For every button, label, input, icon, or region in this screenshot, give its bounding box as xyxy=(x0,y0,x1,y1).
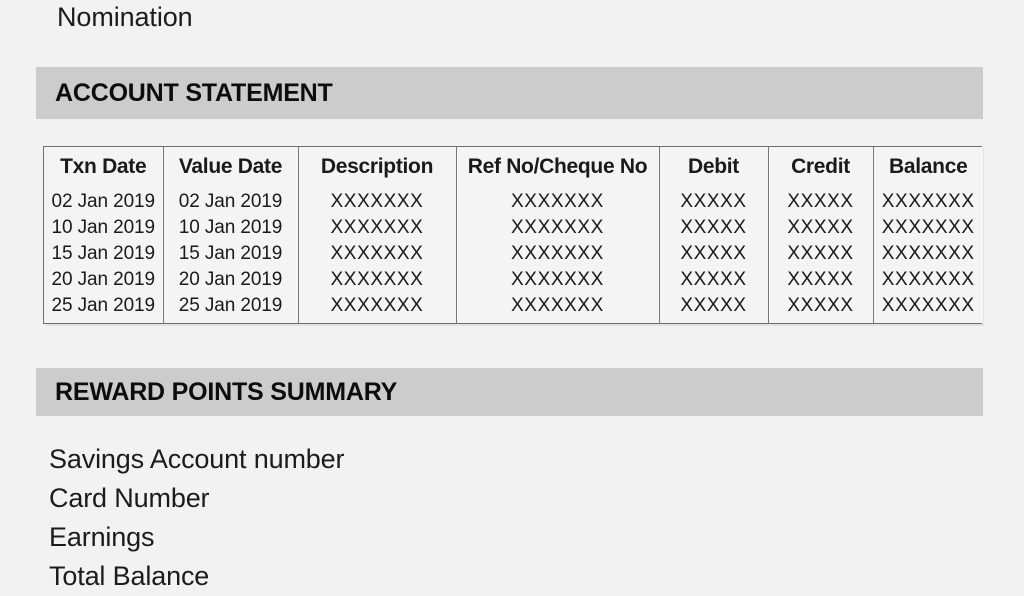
cell-txn-date: 10 Jan 2019 xyxy=(44,215,164,241)
column-header-debit: Debit xyxy=(659,147,769,186)
cell-description: XXXXXXX xyxy=(298,241,457,267)
section-header-reward-points-summary: REWARD POINTS SUMMARY xyxy=(36,368,983,416)
cell-value-date: 20 Jan 2019 xyxy=(163,267,299,293)
reward-field-earnings: Earnings xyxy=(49,522,155,552)
cell-balance: XXXXXXX xyxy=(881,191,975,212)
table-row: 10 Jan 2019 10 Jan 2019 XXXXXXX XXXXXXX … xyxy=(44,215,983,241)
cell-debit: XXXXX xyxy=(659,293,769,323)
cell-credit: XXXXX xyxy=(768,267,874,293)
cell-balance: XXXXXXX xyxy=(881,269,975,290)
table-row: 15 Jan 2019 15 Jan 2019 XXXXXXX XXXXXXX … xyxy=(44,241,983,267)
cell-balance: XXXXXXX xyxy=(881,217,975,238)
cell-ref-no: XXXXXXX xyxy=(456,215,660,241)
cell-balance: XXXXXXX xyxy=(881,243,975,264)
cell-value-date: 10 Jan 2019 xyxy=(163,215,299,241)
cell-value-date: 25 Jan 2019 xyxy=(163,293,299,323)
cell-ref-no: XXXXXXX xyxy=(456,293,660,323)
cell-debit: XXXXX xyxy=(659,215,769,241)
cell-txn-date: 15 Jan 2019 xyxy=(44,241,164,267)
cell-ref-no: XXXXXXX xyxy=(456,267,660,293)
column-header-description: Description xyxy=(298,147,457,186)
table-row: 02 Jan 2019 02 Jan 2019 XXXXXXX XXXXXXX … xyxy=(44,186,983,215)
table-row: 25 Jan 2019 25 Jan 2019 XXXXXXX XXXXXXX … xyxy=(44,293,983,323)
statement-page: Nomination ACCOUNT STATEMENT Txn Date Va… xyxy=(0,0,1024,591)
cell-txn-date: 20 Jan 2019 xyxy=(44,267,164,293)
column-header-balance: Balance xyxy=(889,154,968,178)
table-header-row: Txn Date Value Date Description Ref No/C… xyxy=(44,147,983,186)
reward-points-summary-title: REWARD POINTS SUMMARY xyxy=(55,377,398,406)
cell-txn-date: 02 Jan 2019 xyxy=(44,186,164,215)
cell-credit: XXXXX xyxy=(768,241,874,267)
cell-credit: XXXXX xyxy=(768,215,874,241)
cell-description: XXXXXXX xyxy=(298,215,457,241)
nomination-heading: Nomination xyxy=(57,2,193,32)
cell-ref-no: XXXXXXX xyxy=(456,241,660,267)
account-statement-title: ACCOUNT STATEMENT xyxy=(55,78,333,107)
cell-debit: XXXXX xyxy=(659,267,769,293)
cell-description: XXXXXXX xyxy=(298,186,457,215)
cell-txn-date: 25 Jan 2019 xyxy=(44,293,164,323)
reward-field-total-balance: Total Balance xyxy=(49,561,210,591)
reward-field-card-number: Card Number xyxy=(49,483,210,513)
cell-debit: XXXXX xyxy=(659,186,769,215)
cell-value-date: 02 Jan 2019 xyxy=(163,186,299,215)
column-header-txn-date: Txn Date xyxy=(44,147,164,186)
cell-ref-no: XXXXXXX xyxy=(456,186,660,215)
cell-credit: XXXXX xyxy=(768,186,874,215)
column-header-credit: Credit xyxy=(768,147,874,186)
column-header-ref-no: Ref No/Cheque No xyxy=(456,147,660,186)
reward-field-savings-account-number: Savings Account number xyxy=(49,444,345,474)
cell-balance: XXXXXXX xyxy=(881,295,975,316)
cell-debit: XXXXX xyxy=(659,241,769,267)
account-statement-table-container: Txn Date Value Date Description Ref No/C… xyxy=(43,146,983,324)
column-header-value-date: Value Date xyxy=(163,147,299,186)
cell-description: XXXXXXX xyxy=(298,267,457,293)
cell-value-date: 15 Jan 2019 xyxy=(163,241,299,267)
section-header-account-statement: ACCOUNT STATEMENT xyxy=(36,67,983,119)
cell-description: XXXXXXX xyxy=(298,293,457,323)
account-statement-table: Txn Date Value Date Description Ref No/C… xyxy=(44,147,983,323)
reward-points-field-list: Savings Account number Card Number Earni… xyxy=(49,440,649,596)
table-row: 20 Jan 2019 20 Jan 2019 XXXXXXX XXXXXXX … xyxy=(44,267,983,293)
cell-credit: XXXXX xyxy=(768,293,874,323)
